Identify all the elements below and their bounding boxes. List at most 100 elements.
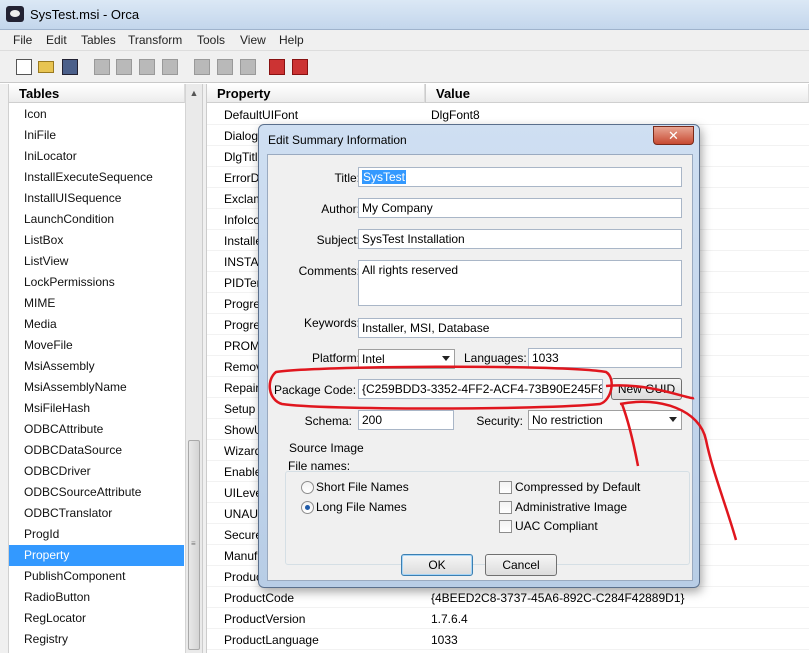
author-field[interactable]: My Company [358, 198, 682, 218]
table-item[interactable]: ListBox [9, 230, 184, 251]
column-header-property[interactable]: Property [207, 84, 425, 103]
property-cell[interactable]: Wizard [224, 444, 261, 458]
short-names-label[interactable]: Short File Names [316, 480, 409, 494]
property-cell[interactable]: Installe [224, 234, 262, 248]
short-names-radio[interactable] [301, 481, 314, 494]
paste-icon[interactable] [139, 59, 155, 75]
save-icon[interactable] [62, 59, 78, 75]
table-item[interactable]: ODBCDataSource [9, 440, 184, 461]
property-cell[interactable]: ProductCode [224, 591, 294, 605]
property-cell[interactable]: Setup [224, 402, 255, 416]
table-item[interactable]: IniLocator [9, 146, 184, 167]
property-cell[interactable]: DlgTitl [224, 150, 258, 164]
table-item[interactable]: ODBCDriver [9, 461, 184, 482]
ok-button[interactable]: OK [401, 554, 473, 576]
security-select[interactable]: No restriction [528, 410, 682, 430]
property-cell[interactable]: ErrorDi [224, 171, 262, 185]
table-item[interactable]: LaunchCondition [9, 209, 184, 230]
add-row-icon[interactable] [194, 59, 210, 75]
compressed-checkbox[interactable] [499, 481, 512, 494]
column-header-value[interactable]: Value [426, 84, 809, 103]
value-cell[interactable]: DlgFont8 [431, 108, 480, 122]
table-item[interactable]: ODBCSourceAttribute [9, 482, 184, 503]
value-cell[interactable]: 1.7.6.4 [431, 612, 468, 626]
schema-field[interactable]: 200 [358, 410, 454, 430]
value-cell[interactable]: {4BEED2C8-3737-45A6-892C-C284F42889D1} [431, 591, 685, 605]
property-cell[interactable]: DefaultUIFont [224, 108, 298, 122]
table-item[interactable]: RegLocator [9, 608, 184, 629]
property-cell[interactable]: Secure [224, 528, 262, 542]
table-item[interactable]: LockPermissions [9, 272, 184, 293]
table-row[interactable]: DefaultUIFont DlgFont8 [207, 104, 809, 125]
table-item[interactable]: ODBCAttribute [9, 419, 184, 440]
admin-image-checkbox[interactable] [499, 501, 512, 514]
table-item[interactable]: MIME [9, 293, 184, 314]
tables-scrollbar[interactable]: ▲ ≡ [185, 84, 202, 653]
table-item[interactable]: Media [9, 314, 184, 335]
table-item[interactable]: MsiAssemblyName [9, 377, 184, 398]
menu-file[interactable]: File [13, 33, 32, 47]
table-item[interactable]: RadioButton [9, 587, 184, 608]
property-cell[interactable]: Manuf [224, 549, 257, 563]
title-field[interactable]: SysTest [358, 167, 682, 187]
admin-image-label[interactable]: Administrative Image [515, 500, 627, 514]
scroll-up-icon[interactable]: ▲ [186, 84, 202, 102]
import-icon[interactable] [240, 59, 256, 75]
platform-select[interactable]: Intel [358, 349, 455, 369]
property-cell[interactable]: ProductVersion [224, 612, 305, 626]
delete-icon[interactable] [162, 59, 178, 75]
new-guid-button[interactable]: New GUID [611, 378, 682, 400]
menu-transform[interactable]: Transform [128, 33, 182, 47]
uac-checkbox[interactable] [499, 520, 512, 533]
property-cell[interactable]: PROM [224, 339, 260, 353]
property-cell[interactable]: Produc [224, 570, 262, 584]
menu-tools[interactable]: Tools [197, 33, 225, 47]
table-item[interactable]: Icon [9, 104, 184, 125]
tables-header[interactable]: Tables [9, 84, 185, 103]
property-cell[interactable]: ProductLanguage [224, 633, 319, 647]
property-cell[interactable]: Progre [224, 318, 260, 332]
property-cell[interactable]: Repairi [224, 381, 262, 395]
cancel-button[interactable]: Cancel [485, 554, 557, 576]
property-cell[interactable]: Enable [224, 465, 261, 479]
uac-label[interactable]: UAC Compliant [515, 519, 598, 533]
subject-field[interactable]: SysTest Installation [358, 229, 682, 249]
table-item[interactable]: InstallUISequence [9, 188, 184, 209]
table-item[interactable]: MoveFile [9, 335, 184, 356]
scroll-thumb[interactable]: ≡ [188, 440, 200, 650]
property-cell[interactable]: ShowU [224, 423, 263, 437]
menu-help[interactable]: Help [279, 33, 304, 47]
table-row[interactable]: ProductVersion 1.7.6.4 [207, 608, 809, 629]
cut-icon[interactable] [94, 59, 110, 75]
new-icon[interactable] [16, 59, 32, 75]
table-item[interactable]: Property [9, 545, 184, 566]
property-cell[interactable]: Dialog [224, 129, 258, 143]
property-cell[interactable]: InfoIco [224, 213, 260, 227]
package-code-field[interactable]: {C259BDD3-3352-4FF2-ACF4-73B90E245F86} [358, 379, 603, 399]
compressed-label[interactable]: Compressed by Default [515, 480, 640, 494]
keywords-field[interactable]: Installer, MSI, Database [358, 318, 682, 338]
value-cell[interactable]: 1033 [431, 633, 458, 647]
validate-icon[interactable] [292, 59, 308, 75]
menu-view[interactable]: View [240, 33, 266, 47]
table-item[interactable]: InstallExecuteSequence [9, 167, 184, 188]
copy-icon[interactable] [116, 59, 132, 75]
property-cell[interactable]: Progre [224, 297, 260, 311]
table-item[interactable]: ODBCTranslator [9, 503, 184, 524]
export-icon[interactable] [269, 59, 285, 75]
table-item[interactable]: IniFile [9, 125, 184, 146]
menu-tables[interactable]: Tables [81, 33, 116, 47]
table-row[interactable]: ProductCode {4BEED2C8-3737-45A6-892C-C284… [207, 587, 809, 608]
drop-row-icon[interactable] [217, 59, 233, 75]
languages-field[interactable]: 1033 [528, 348, 682, 368]
table-item[interactable]: ListView [9, 251, 184, 272]
table-row[interactable]: ProductLanguage 1033 [207, 629, 809, 650]
property-cell[interactable]: PIDTer [224, 276, 261, 290]
close-icon[interactable]: ✕ [653, 126, 694, 145]
table-item[interactable]: Registry [9, 629, 184, 650]
table-item[interactable]: ProgId [9, 524, 184, 545]
property-cell[interactable]: Remov [224, 360, 262, 374]
menu-edit[interactable]: Edit [46, 33, 67, 47]
table-item[interactable]: PublishComponent [9, 566, 184, 587]
property-cell[interactable]: UILeve [224, 486, 262, 500]
